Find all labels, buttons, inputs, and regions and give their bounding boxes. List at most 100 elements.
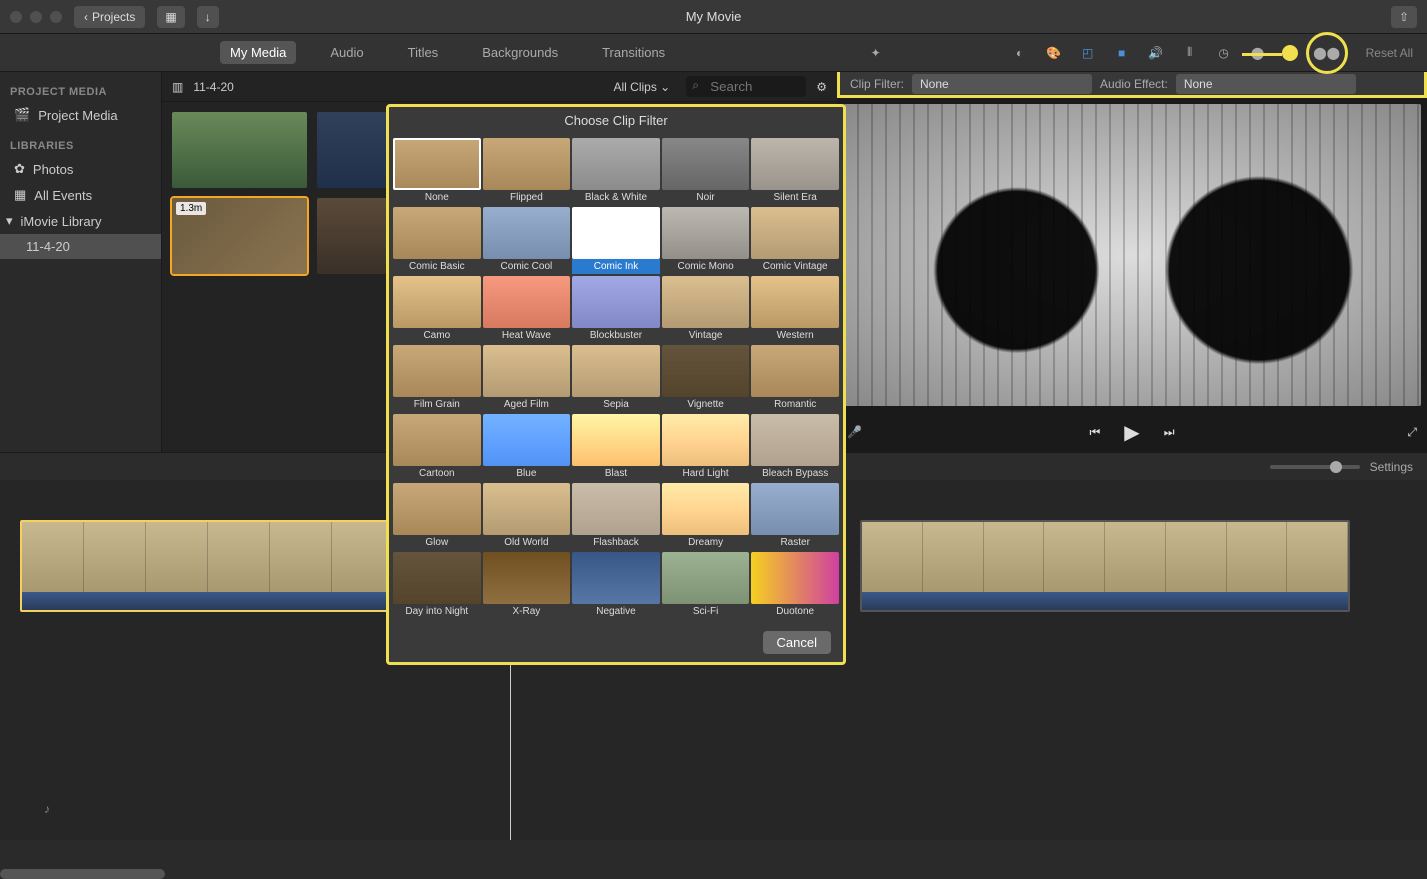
sidebar-item-photos[interactable]: ✿Photos [0, 156, 161, 182]
fullscreen-button[interactable]: ⤢ [1407, 425, 1417, 440]
clip-filter-button[interactable]: ⬤⬤ [1306, 32, 1348, 74]
filter-item[interactable]: Camo [393, 276, 481, 343]
audio-effect-select[interactable]: None [1176, 74, 1356, 94]
wand-icon[interactable]: ✦ [866, 43, 886, 63]
tab-transitions[interactable]: Transitions [592, 41, 675, 64]
prev-button[interactable]: ⏮ [1089, 425, 1100, 440]
filter-thumb [662, 276, 750, 328]
zoom-slider[interactable] [1270, 465, 1360, 469]
volume-icon[interactable]: 🔊 [1146, 43, 1166, 63]
filter-item[interactable]: Blast [572, 414, 660, 481]
filter-item[interactable]: Cartoon [393, 414, 481, 481]
tab-my-media[interactable]: My Media [220, 41, 296, 64]
filter-item[interactable]: Comic Ink [572, 207, 660, 274]
stabilize-icon[interactable]: ■ [1112, 43, 1132, 63]
filter-item[interactable]: Heat Wave [483, 276, 571, 343]
filter-item[interactable]: Blue [483, 414, 571, 481]
filter-item[interactable]: Silent Era [751, 138, 839, 205]
filter-thumb [662, 483, 750, 535]
tab-backgrounds[interactable]: Backgrounds [472, 41, 568, 64]
chevron-left-icon: ‹ [84, 10, 88, 24]
clip-filter-select[interactable]: None [912, 74, 1092, 94]
filter-item[interactable]: Blockbuster [572, 276, 660, 343]
h-scrollbar[interactable] [0, 869, 165, 879]
timeline-clip[interactable] [860, 520, 1350, 612]
play-button[interactable]: ▶ [1124, 420, 1139, 445]
color-correction-icon[interactable]: 🎨 [1044, 43, 1064, 63]
filter-thumb [483, 138, 571, 190]
filter-item[interactable]: Aged Film [483, 345, 571, 412]
filter-thumb [751, 276, 839, 328]
filter-item[interactable]: None [393, 138, 481, 205]
color-balance-icon[interactable]: ◐ [1010, 43, 1030, 63]
filter-label: Comic Mono [662, 259, 750, 274]
settings-button[interactable]: Settings [1370, 460, 1413, 474]
filter-item[interactable]: X-Ray [483, 552, 571, 619]
search-input[interactable] [686, 76, 806, 97]
filter-item[interactable]: Sepia [572, 345, 660, 412]
view-mode-button[interactable]: ▦ [157, 6, 184, 28]
import-button[interactable]: ↓ [197, 6, 219, 28]
filter-label: Day into Night [393, 604, 481, 619]
filter-item[interactable]: Flipped [483, 138, 571, 205]
filter-item[interactable]: Romantic [751, 345, 839, 412]
filter-icon: ⬤⬤ [1317, 43, 1337, 63]
filter-item[interactable]: Day into Night [393, 552, 481, 619]
sidebar-item-imovie-library[interactable]: ▾iMovie Library [0, 208, 161, 234]
filter-thumb [393, 414, 481, 466]
filter-item[interactable]: Vignette [662, 345, 750, 412]
filter-thumb [572, 276, 660, 328]
filter-item[interactable]: Comic Mono [662, 207, 750, 274]
clip-thumb[interactable] [172, 112, 307, 188]
filter-item[interactable]: Raster [751, 483, 839, 550]
filter-item[interactable]: Film Grain [393, 345, 481, 412]
tab-titles[interactable]: Titles [398, 41, 449, 64]
cancel-button[interactable]: Cancel [763, 631, 831, 654]
filter-item[interactable]: Glow [393, 483, 481, 550]
filter-item[interactable]: Dreamy [662, 483, 750, 550]
filter-item[interactable]: Old World [483, 483, 571, 550]
filter-item[interactable]: Negative [572, 552, 660, 619]
list-toggle-icon[interactable]: ▥ [172, 80, 183, 94]
filter-thumb [393, 483, 481, 535]
clips-filter-select[interactable]: All Clips ⌄ [607, 78, 676, 96]
preview-viewport[interactable] [843, 104, 1421, 406]
mic-icon[interactable]: 🎤 [847, 425, 862, 439]
filter-item[interactable]: Hard Light [662, 414, 750, 481]
disclosure-icon[interactable]: ▾ [6, 213, 13, 229]
next-button[interactable]: ⏭ [1164, 425, 1175, 440]
filter-item[interactable]: Duotone [751, 552, 839, 619]
close-button[interactable] [10, 11, 22, 23]
reset-all-button[interactable]: Reset All [1362, 46, 1417, 60]
filter-label: Sepia [572, 397, 660, 412]
zoom-button[interactable] [50, 11, 62, 23]
sidebar-item-all-events[interactable]: ▦All Events [0, 182, 161, 208]
filter-item[interactable]: Noir [662, 138, 750, 205]
clip-thumb[interactable]: 1.3m [172, 198, 307, 274]
gear-icon[interactable]: ⚙ [816, 80, 827, 94]
filter-label: Vintage [662, 328, 750, 343]
sidebar-item-event[interactable]: 11-4-20 [0, 234, 161, 259]
filter-item[interactable]: Comic Vintage [751, 207, 839, 274]
filter-item[interactable]: Vintage [662, 276, 750, 343]
filter-item[interactable]: Flashback [572, 483, 660, 550]
sidebar-item-project-media[interactable]: 🎬Project Media [0, 102, 161, 128]
filter-label: Aged Film [483, 397, 571, 412]
filter-item[interactable]: Black & White [572, 138, 660, 205]
filter-item[interactable]: Comic Basic [393, 207, 481, 274]
filter-item[interactable]: Western [751, 276, 839, 343]
filter-item[interactable]: Sci-Fi [662, 552, 750, 619]
crop-icon[interactable]: ◰ [1078, 43, 1098, 63]
filter-item[interactable]: Comic Cool [483, 207, 571, 274]
tab-audio[interactable]: Audio [320, 41, 373, 64]
projects-button[interactable]: ‹Projects [74, 6, 145, 28]
filter-thumb [393, 138, 481, 190]
filter-item[interactable]: Bleach Bypass [751, 414, 839, 481]
minimize-button[interactable] [30, 11, 42, 23]
noise-icon[interactable]: ⫴ [1180, 43, 1200, 63]
speed-icon[interactable]: ◷ [1214, 43, 1234, 63]
filter-thumb [572, 414, 660, 466]
filter-thumb [393, 345, 481, 397]
share-button[interactable]: ⇧ [1391, 6, 1417, 28]
filter-label: Glow [393, 535, 481, 550]
